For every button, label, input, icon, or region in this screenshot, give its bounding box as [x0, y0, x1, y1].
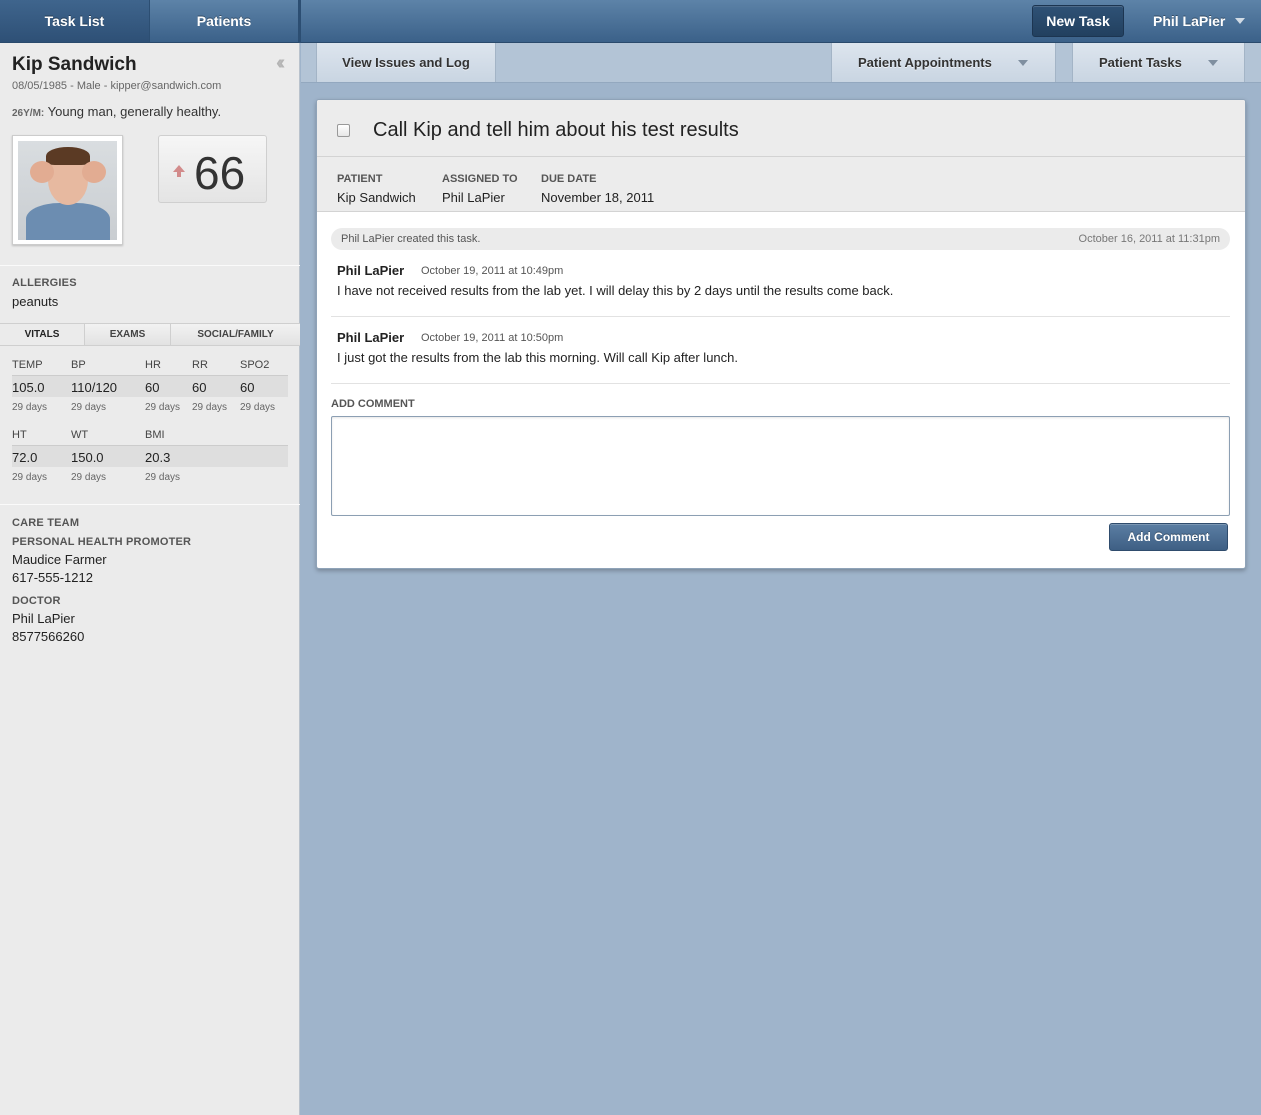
top-navigation-bar: Task List Patients New Task Phil LaPier	[0, 0, 1261, 43]
vitals-value: 20.3	[145, 450, 171, 465]
patient-value[interactable]: Kip Sandwich	[337, 190, 416, 205]
allergies-label: ALLERGIES	[12, 277, 77, 289]
promoter-label: PERSONAL HEALTH PROMOTER	[12, 536, 192, 548]
comment-text: I just got the results from the lab this…	[337, 350, 739, 365]
chevron-down-icon	[1235, 18, 1246, 24]
patient-meta: 08/05/1985 - Male - kipper@sandwich.com	[12, 80, 222, 92]
doctor-label: DOCTOR	[12, 595, 61, 607]
comment-date: October 19, 2011 at 10:50pm	[421, 332, 564, 344]
view-issues-label: View Issues and Log	[342, 55, 470, 70]
due-date-value: November 18, 2011	[541, 190, 655, 205]
vitals-header: BMI	[145, 429, 165, 441]
view-issues-button[interactable]: View Issues and Log	[316, 43, 496, 82]
patient-name: Kip Sandwich	[12, 54, 137, 75]
new-task-button[interactable]: New Task	[1032, 5, 1124, 37]
vitals-header: WT	[71, 429, 89, 441]
task-meta: PATIENT Kip Sandwich ASSIGNED TO Phil La…	[317, 157, 1245, 212]
patient-toolbar: View Issues and Log Patient Appointments…	[301, 43, 1261, 83]
comment-author: Phil LaPier	[337, 263, 405, 278]
vitals-value: 72.0	[12, 450, 38, 465]
comment-textarea[interactable]	[331, 416, 1230, 516]
user-name: Phil LaPier	[1153, 13, 1226, 29]
comment-item: Phil LaPier October 19, 2011 at 10:49pm …	[331, 250, 1230, 317]
vitals-age: 29 days	[12, 472, 48, 483]
summary-text: Young man, generally healthy.	[47, 104, 222, 119]
chevron-down-icon	[1207, 59, 1218, 66]
vitals-age: 29 days	[240, 402, 276, 413]
created-date: October 16, 2011 at 11:31pm	[1078, 233, 1220, 245]
doctor-name: Phil LaPier	[12, 611, 75, 626]
patient-label: PATIENT	[337, 173, 383, 185]
task-detail-card: Call Kip and tell him about his test res…	[316, 99, 1246, 569]
divider	[0, 265, 300, 266]
appointments-label: Patient Appointments	[858, 55, 992, 70]
user-menu[interactable]: Phil LaPier	[1140, 0, 1261, 42]
task-complete-checkbox[interactable]	[337, 124, 350, 137]
topbar-divider	[299, 0, 301, 43]
vitals-age: 29 days	[12, 402, 48, 413]
collapse-sidebar-icon[interactable]: ‹‹	[276, 52, 286, 75]
vitals-header: HR	[145, 359, 161, 371]
comment-date: October 19, 2011 at 10:49pm	[421, 265, 564, 277]
vitals-header: BP	[71, 359, 86, 371]
vitals-value: 60	[240, 380, 255, 395]
care-team-label: CARE TEAM	[12, 517, 80, 529]
patient-tasks-dropdown[interactable]: Patient Tasks	[1072, 43, 1245, 82]
vitals-header: RR	[192, 359, 208, 371]
tasks-label: Patient Tasks	[1099, 55, 1182, 70]
comment-item: Phil LaPier October 19, 2011 at 10:50pm …	[331, 317, 1230, 384]
vitals-value: 105.0	[12, 380, 45, 395]
allergies-value: peanuts	[12, 294, 59, 309]
task-created-event: Phil LaPier created this task. October 1…	[331, 228, 1230, 250]
vitals-header: SPO2	[240, 359, 270, 371]
vitals-header: HT	[12, 429, 27, 441]
vitals-age: 29 days	[71, 402, 107, 413]
vitals-value: 110/120	[71, 380, 118, 395]
due-date-label: DUE DATE	[541, 173, 597, 185]
patient-sidebar: Kip Sandwich ‹‹ 08/05/1985 - Male - kipp…	[0, 43, 300, 1115]
patient-summary: 26Y/M: Young man, generally healthy.	[12, 104, 221, 119]
vitals-value: 60	[145, 380, 160, 395]
comment-author: Phil LaPier	[337, 330, 405, 345]
task-title: Call Kip and tell him about his test res…	[373, 119, 739, 141]
divider	[0, 504, 300, 505]
assigned-value: Phil LaPier	[442, 190, 505, 205]
add-comment-button[interactable]: Add Comment	[1109, 523, 1228, 551]
tab-social-family[interactable]: SOCIAL/FAMILY	[171, 324, 300, 345]
chevron-down-icon	[1017, 59, 1028, 66]
patient-info-tabs: VITALS EXAMS SOCIAL/FAMILY	[0, 323, 300, 346]
vitals-age: 29 days	[71, 472, 107, 483]
assigned-label: ASSIGNED TO	[442, 173, 518, 185]
top-nav-tabs: Task List Patients	[0, 0, 299, 42]
avatar	[18, 141, 117, 240]
health-score-value: 66	[194, 147, 246, 199]
promoter-name: Maudice Farmer	[12, 552, 107, 567]
age-tag: 26Y/M:	[12, 108, 45, 119]
tab-patients[interactable]: Patients	[150, 0, 299, 42]
add-comment-label: ADD COMMENT	[331, 398, 415, 410]
vitals-age: 29 days	[145, 402, 181, 413]
created-text: Phil LaPier created this task.	[341, 233, 481, 245]
vitals-age: 29 days	[192, 402, 228, 413]
patient-photo	[12, 135, 123, 245]
vitals-value: 150.0	[71, 450, 104, 465]
tab-exams[interactable]: EXAMS	[85, 324, 171, 345]
task-header: Call Kip and tell him about his test res…	[317, 100, 1245, 157]
vitals-age: 29 days	[145, 472, 181, 483]
comment-text: I have not received results from the lab…	[337, 283, 894, 298]
vitals-header: TEMP	[12, 359, 43, 371]
doctor-phone: 8577566260	[12, 629, 85, 644]
tab-vitals[interactable]: VITALS	[0, 324, 85, 345]
patient-appointments-dropdown[interactable]: Patient Appointments	[831, 43, 1056, 82]
tab-task-list[interactable]: Task List	[0, 0, 150, 42]
vitals-value: 60	[192, 380, 207, 395]
health-score-badge: 66	[158, 135, 267, 203]
promoter-phone: 617-555-1212	[12, 570, 93, 585]
